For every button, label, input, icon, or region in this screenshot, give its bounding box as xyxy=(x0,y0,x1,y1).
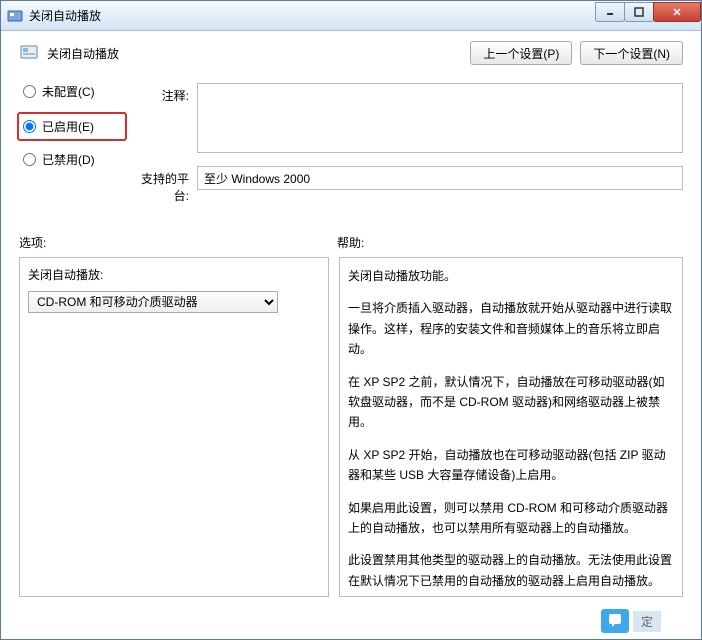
watermark-icon xyxy=(601,609,629,633)
window-title: 关闭自动播放 xyxy=(29,7,596,24)
drive-select[interactable]: CD-ROM 和可移动介质驱动器 xyxy=(28,291,278,313)
config-section: 未配置(C) 已启用(E) 已禁用(D) 注释: 支持的平台: xyxy=(19,83,683,204)
options-panel: 关闭自动播放: CD-ROM 和可移动介质驱动器 xyxy=(19,257,329,597)
dialog-window: 关闭自动播放 关闭自动播放 上一个设置(P) 下一个设置(N) 未配置(C) xyxy=(0,0,702,640)
policy-icon xyxy=(19,43,39,63)
radio-not-configured-input[interactable] xyxy=(23,85,36,98)
fields-column: 注释: 支持的平台: 至少 Windows 2000 xyxy=(127,83,683,204)
radio-not-configured[interactable]: 未配置(C) xyxy=(19,83,127,100)
nav-buttons: 上一个设置(P) 下一个设置(N) xyxy=(470,41,683,65)
section-labels: 选项: 帮助: xyxy=(19,234,683,251)
app-icon xyxy=(7,8,23,24)
radio-enabled[interactable]: 已启用(E) xyxy=(17,112,127,141)
platform-label: 支持的平台: xyxy=(127,166,197,204)
radio-label: 未配置(C) xyxy=(42,83,95,100)
header-row: 关闭自动播放 上一个设置(P) 下一个设置(N) xyxy=(19,41,683,65)
comment-label: 注释: xyxy=(127,83,197,156)
autoplay-off-label: 关闭自动播放: xyxy=(28,266,320,283)
watermark-text: 定 xyxy=(633,611,661,632)
help-panel[interactable]: 关闭自动播放功能。 一旦将介质插入驱动器，自动播放就开始从驱动器中进行读取操作。… xyxy=(339,257,683,597)
maximize-button[interactable] xyxy=(624,2,654,22)
platform-value: 至少 Windows 2000 xyxy=(204,170,310,187)
help-paragraph: 在 XP SP2 之前，默认情况下，自动播放在可移动驱动器(如软盘驱动器，而不是… xyxy=(348,372,674,433)
help-label: 帮助: xyxy=(337,234,683,251)
titlebar[interactable]: 关闭自动播放 xyxy=(1,1,701,31)
help-paragraph: 一旦将介质插入驱动器，自动播放就开始从驱动器中进行读取操作。这样，程序的安装文件… xyxy=(348,298,674,359)
dialog-content: 关闭自动播放 上一个设置(P) 下一个设置(N) 未配置(C) 已启用(E) 已… xyxy=(1,31,701,639)
help-paragraph: 此设置禁用其他类型的驱动器上的自动播放。无法使用此设置在默认情况下已禁用的自动播… xyxy=(348,550,674,591)
watermark: 定 xyxy=(601,609,661,633)
next-setting-button[interactable]: 下一个设置(N) xyxy=(580,41,683,65)
window-controls xyxy=(596,2,701,24)
radio-disabled-input[interactable] xyxy=(23,153,36,166)
prev-setting-button[interactable]: 上一个设置(P) xyxy=(470,41,572,65)
help-paragraph: 从 XP SP2 开始，自动播放也在可移动驱动器(包括 ZIP 驱动器和某些 U… xyxy=(348,445,674,486)
comment-textarea[interactable] xyxy=(197,83,683,153)
policy-title: 关闭自动播放 xyxy=(47,45,470,62)
radio-group: 未配置(C) 已启用(E) 已禁用(D) xyxy=(19,83,127,204)
platform-field[interactable]: 至少 Windows 2000 xyxy=(197,166,683,190)
radio-enabled-input[interactable] xyxy=(23,120,36,133)
radio-label: 已启用(E) xyxy=(42,118,94,135)
minimize-button[interactable] xyxy=(595,2,625,22)
radio-disabled[interactable]: 已禁用(D) xyxy=(19,151,127,168)
help-paragraph: 关闭自动播放功能。 xyxy=(348,266,674,286)
close-button[interactable] xyxy=(653,2,701,22)
radio-label: 已禁用(D) xyxy=(42,151,95,168)
help-paragraph: 如果启用此设置，则可以禁用 CD-ROM 和可移动介质驱动器上的自动播放，也可以… xyxy=(348,498,674,539)
options-label: 选项: xyxy=(19,234,337,251)
panels: 关闭自动播放: CD-ROM 和可移动介质驱动器 关闭自动播放功能。 一旦将介质… xyxy=(19,257,683,597)
